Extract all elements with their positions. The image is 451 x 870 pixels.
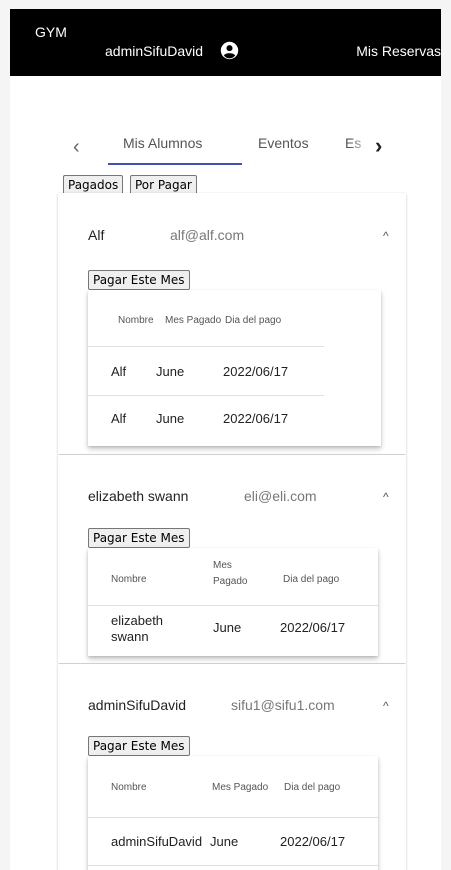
tab-mis-alumnos[interactable]: Mis Alumnos xyxy=(123,135,202,151)
cell-nombre: adminSifuDavid xyxy=(111,834,203,849)
header-dia-pago: Dia del pago xyxy=(284,782,341,793)
brand-link[interactable]: GYM xyxy=(35,24,67,40)
cell-mes: June xyxy=(210,834,239,849)
cell-nombre: Alf xyxy=(111,364,127,379)
chevron-left-icon[interactable]: ‹ xyxy=(73,136,80,159)
pagar-este-mes-button[interactable]: Pagar Este Mes xyxy=(88,270,190,290)
cell-dia: 2022/06/17 xyxy=(280,620,346,635)
username-label[interactable]: adminSifuDavid xyxy=(105,43,203,59)
header-mes-line2: Pagado xyxy=(213,576,248,587)
cell-mes: June xyxy=(156,364,185,379)
pagados-button[interactable]: Pagados xyxy=(63,175,124,195)
student-name[interactable]: adminSifuDavid xyxy=(88,697,186,713)
header-nombre: Nombre xyxy=(111,574,147,585)
cell-dia: 2022/06/17 xyxy=(280,834,346,849)
cell-mes: June xyxy=(156,411,185,426)
cell-dia: 2022/06/17 xyxy=(223,411,289,426)
student-email: sifu1@sifu1.com xyxy=(231,697,335,713)
header-dia-pago: Dia del pago xyxy=(283,574,340,585)
active-tab-indicator xyxy=(108,163,242,165)
top-navbar: GYM adminSifuDavid Mis Reservas xyxy=(10,9,441,76)
student-name[interactable]: Alf xyxy=(88,227,104,243)
payments-table: Nombre Mes Pagado Dia del pago Alf June … xyxy=(88,290,381,446)
mis-reservas-link[interactable]: Mis Reservas xyxy=(356,43,441,59)
header-mes-pagado: Mes Pagado xyxy=(165,315,222,326)
tab-scroll-fade xyxy=(350,127,370,167)
app-viewport: GYM adminSifuDavid Mis Reservas ‹ Mis Al… xyxy=(10,9,441,870)
header-mes-pagado: Mes Pagado xyxy=(212,782,269,793)
header-dia-pago: Dia del pago xyxy=(225,315,282,326)
por-pagar-button[interactable]: Por Pagar xyxy=(130,175,197,195)
cell-mes: June xyxy=(213,620,242,635)
header-mes-line1: Mes xyxy=(213,560,232,571)
header-nombre: Nombre xyxy=(111,782,147,793)
student-panel: Alf alf@alf.com ^ Pagar Este Mes Nombre … xyxy=(58,193,406,454)
cell-dia: 2022/06/17 xyxy=(223,364,289,379)
account-circle-icon[interactable] xyxy=(220,41,239,60)
student-panel: adminSifuDavid sifu1@sifu1.com ^ Pagar E… xyxy=(58,664,406,870)
payments-table: Nombre Mes Pagado Dia del pago adminSifu… xyxy=(88,756,378,870)
header-nombre: Nombre xyxy=(118,315,154,326)
chevron-up-icon[interactable]: ^ xyxy=(383,229,389,243)
chevron-up-icon[interactable]: ^ xyxy=(383,490,389,504)
chevron-up-icon[interactable]: ^ xyxy=(383,699,389,713)
payments-table: Nombre Mes Pagado Dia del pago elizabeth… xyxy=(88,548,378,656)
pagar-este-mes-button[interactable]: Pagar Este Mes xyxy=(88,528,190,548)
student-panel: elizabeth swann eli@eli.com ^ Pagar Este… xyxy=(58,455,406,663)
cell-nombre-line1: elizabeth xyxy=(111,613,164,628)
student-email: eli@eli.com xyxy=(244,488,317,504)
cell-nombre-line2: swann xyxy=(111,629,149,644)
cell-nombre: Alf xyxy=(111,411,127,426)
tab-eventos[interactable]: Eventos xyxy=(258,135,309,151)
pagar-este-mes-button[interactable]: Pagar Este Mes xyxy=(88,736,190,756)
student-name[interactable]: elizabeth swann xyxy=(88,488,188,504)
student-email: alf@alf.com xyxy=(170,227,245,243)
chevron-right-icon[interactable]: › xyxy=(375,133,382,159)
